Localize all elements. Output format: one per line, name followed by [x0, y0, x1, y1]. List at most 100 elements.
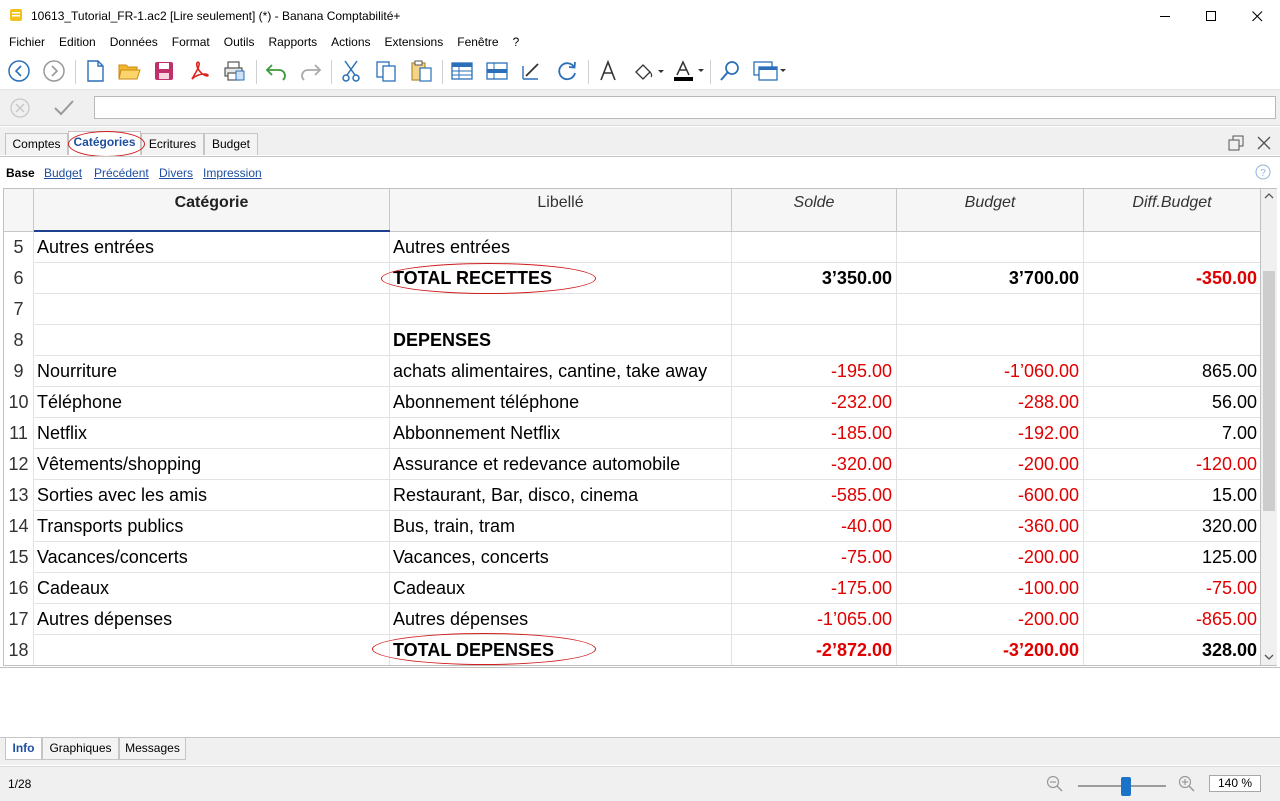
libelle-cell[interactable]: Bus, train, tram [390, 511, 732, 542]
new-file-button[interactable] [81, 57, 109, 85]
libelle-cell[interactable]: Vacances, concerts [390, 542, 732, 573]
table-row[interactable]: 6 TOTAL RECETTES 3’350.00 3’700.00 -350.00 [4, 263, 1260, 294]
restore-panel-icon[interactable] [1228, 135, 1244, 151]
row-number-cell[interactable]: 10 [4, 387, 34, 418]
categorie-cell[interactable]: Netflix [34, 418, 390, 449]
categorie-cell[interactable]: Nourriture [34, 356, 390, 387]
diff-budget-cell[interactable]: 125.00 [1084, 542, 1260, 573]
diff-budget-cell[interactable]: -75.00 [1084, 573, 1260, 604]
menu-fenetre[interactable]: Fenêtre [450, 32, 505, 52]
zoom-out-icon[interactable] [1046, 775, 1064, 793]
solde-cell[interactable]: -195.00 [732, 356, 897, 387]
recalculate-button[interactable] [553, 57, 581, 85]
solde-cell[interactable]: -185.00 [732, 418, 897, 449]
diff-budget-cell[interactable] [1084, 294, 1260, 325]
menu-actions[interactable]: Actions [324, 32, 377, 52]
budget-cell[interactable]: -200.00 [897, 449, 1084, 480]
scroll-down-icon[interactable] [1264, 652, 1274, 662]
budget-cell[interactable]: -3’200.00 [897, 635, 1084, 665]
scroll-up-icon[interactable] [1264, 191, 1274, 201]
tab-budget[interactable]: Budget [204, 133, 258, 155]
copy-button[interactable] [372, 57, 400, 85]
diff-budget-cell[interactable] [1084, 325, 1260, 356]
cancel-edit-icon[interactable] [9, 97, 31, 119]
categorie-cell[interactable]: Cadeaux [34, 573, 390, 604]
solde-cell[interactable]: -320.00 [732, 449, 897, 480]
row-number-cell[interactable]: 17 [4, 604, 34, 635]
categorie-cell[interactable] [34, 263, 390, 294]
table-row[interactable]: 10 Téléphone Abonnement téléphone -232.00 -2… [4, 387, 1260, 418]
libelle-cell[interactable]: Autres entrées [390, 232, 732, 263]
libelle-cell[interactable]: Autres dépenses [390, 604, 732, 635]
budget-cell[interactable]: -1’060.00 [897, 356, 1084, 387]
text-color-button[interactable] [670, 57, 706, 85]
row-number-cell[interactable]: 5 [4, 232, 34, 263]
libelle-cell[interactable]: Abbonnement Netflix [390, 418, 732, 449]
row-number-cell[interactable]: 14 [4, 511, 34, 542]
row-number-cell[interactable]: 15 [4, 542, 34, 573]
menu-donnees[interactable]: Données [103, 32, 165, 52]
diff-budget-cell[interactable]: 865.00 [1084, 356, 1260, 387]
search-button[interactable] [716, 57, 744, 85]
libelle-cell[interactable]: TOTAL RECETTES [390, 263, 732, 294]
budget-cell[interactable]: -288.00 [897, 387, 1084, 418]
menu-rapports[interactable]: Rapports [261, 32, 324, 52]
libelle-cell[interactable]: Cadeaux [390, 573, 732, 604]
budget-cell[interactable]: -200.00 [897, 542, 1084, 573]
scrollbar-thumb[interactable] [1263, 271, 1275, 511]
tab-graphiques[interactable]: Graphiques [42, 738, 119, 760]
menu-format[interactable]: Format [165, 32, 217, 52]
tab-ecritures[interactable]: Ecritures [141, 133, 204, 155]
pdf-export-button[interactable] [185, 57, 213, 85]
table-row[interactable]: 7 [4, 294, 1260, 325]
solde-cell[interactable] [732, 232, 897, 263]
libelle-cell[interactable]: Abonnement téléphone [390, 387, 732, 418]
add-rows-button[interactable] [448, 57, 476, 85]
minimize-button[interactable] [1142, 0, 1188, 32]
solde-cell[interactable]: -1’065.00 [732, 604, 897, 635]
header-diff-budget[interactable]: Diff.Budget [1084, 189, 1260, 232]
fill-color-button[interactable] [630, 57, 666, 85]
header-categorie[interactable]: Catégorie [34, 189, 390, 232]
diff-budget-cell[interactable]: -865.00 [1084, 604, 1260, 635]
libelle-cell[interactable]: TOTAL DEPENSES [390, 635, 732, 665]
solde-cell[interactable]: -2’872.00 [732, 635, 897, 665]
solde-cell[interactable]: 3’350.00 [732, 263, 897, 294]
table-row[interactable]: 14 Transports publics Bus, train, tram -40.… [4, 511, 1260, 542]
budget-cell[interactable]: -200.00 [897, 604, 1084, 635]
menu-extensions[interactable]: Extensions [378, 32, 451, 52]
menu-fichier[interactable]: Fichier [2, 32, 52, 52]
table-row[interactable]: 5 Autres entrées Autres entrées [4, 232, 1260, 263]
close-window-button[interactable] [1234, 0, 1280, 32]
header-budget[interactable]: Budget [897, 189, 1084, 232]
zoom-in-icon[interactable] [1178, 775, 1196, 793]
table-row[interactable]: 12 Vêtements/shopping Assurance et redevan… [4, 449, 1260, 480]
tab-comptes[interactable]: Comptes [5, 133, 68, 155]
budget-cell[interactable] [897, 325, 1084, 356]
window-layout-button[interactable] [752, 57, 788, 85]
categorie-cell[interactable]: Autres dépenses [34, 604, 390, 635]
diff-budget-cell[interactable]: 56.00 [1084, 387, 1260, 418]
row-number-cell[interactable]: 11 [4, 418, 34, 449]
paste-button[interactable] [407, 57, 435, 85]
categorie-cell[interactable]: Sorties avec les amis [34, 480, 390, 511]
header-solde[interactable]: Solde [732, 189, 897, 232]
row-number-cell[interactable]: 13 [4, 480, 34, 511]
insert-row-button[interactable] [483, 57, 511, 85]
libelle-cell[interactable]: Restaurant, Bar, disco, cinema [390, 480, 732, 511]
maximize-button[interactable] [1188, 0, 1234, 32]
tab-info[interactable]: Info [5, 738, 42, 760]
view-base[interactable]: Base [6, 166, 35, 180]
diff-budget-cell[interactable]: 15.00 [1084, 480, 1260, 511]
edit-cell-button[interactable] [518, 57, 546, 85]
diff-budget-cell[interactable] [1084, 232, 1260, 263]
diff-budget-cell[interactable]: 7.00 [1084, 418, 1260, 449]
tab-messages[interactable]: Messages [119, 738, 186, 760]
row-number-cell[interactable]: 7 [4, 294, 34, 325]
table-row[interactable]: 8 DEPENSES [4, 325, 1260, 356]
libelle-cell[interactable]: Assurance et redevance automobile [390, 449, 732, 480]
zoom-slider-thumb[interactable] [1121, 777, 1131, 796]
font-button[interactable] [594, 57, 622, 85]
solde-cell[interactable]: -75.00 [732, 542, 897, 573]
view-precedent[interactable]: Précédent [94, 166, 149, 180]
